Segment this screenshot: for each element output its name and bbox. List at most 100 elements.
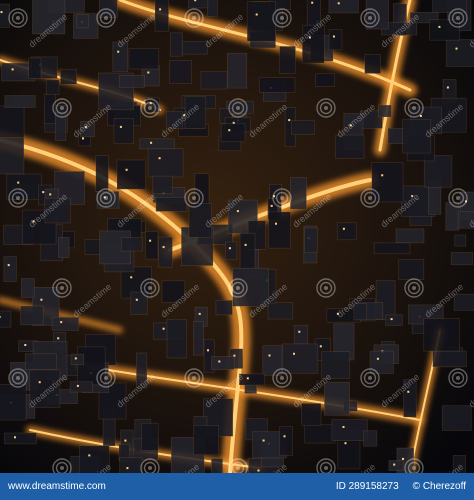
building-block <box>450 252 473 266</box>
building-block <box>188 0 209 9</box>
building-block <box>453 293 474 311</box>
building-block <box>128 48 160 70</box>
building-block <box>432 350 467 368</box>
lit-window <box>162 246 165 249</box>
lit-window <box>147 71 150 74</box>
building-block <box>207 0 218 17</box>
lit-window <box>319 345 322 348</box>
lit-window <box>293 352 295 355</box>
building-block <box>154 0 169 32</box>
lit-window <box>455 47 458 50</box>
lit-window <box>275 222 277 225</box>
lit-window <box>381 174 384 177</box>
lit-window <box>57 337 60 340</box>
building-block <box>371 162 404 203</box>
building-block <box>378 104 392 118</box>
building-block <box>279 426 294 456</box>
building-block <box>268 211 291 249</box>
building-block <box>0 3 10 28</box>
lit-window <box>262 439 265 442</box>
building-block <box>331 419 368 442</box>
building-block <box>121 237 143 252</box>
building-block <box>116 159 146 190</box>
building-block <box>113 118 135 144</box>
building-block <box>169 59 192 84</box>
site-link[interactable]: www.dreamstime.com <box>8 481 106 492</box>
city-night-photo: dreamstime dreamstime dreamstime dreamstime… <box>0 0 474 473</box>
building-block <box>4 432 37 445</box>
building-block <box>28 57 42 79</box>
building-block <box>328 29 343 51</box>
building-block <box>293 324 309 345</box>
lit-window <box>17 181 20 184</box>
lit-window <box>76 384 79 387</box>
building-block <box>304 227 318 254</box>
lit-window <box>194 0 197 2</box>
lit-window <box>60 321 63 324</box>
building-block <box>365 0 389 30</box>
lit-window <box>158 157 161 160</box>
lit-window <box>337 2 340 5</box>
building-block <box>44 93 56 124</box>
lit-window <box>7 264 10 267</box>
building-block <box>246 1 276 42</box>
lit-window <box>393 463 396 466</box>
lit-window <box>390 318 393 321</box>
lit-window <box>402 457 404 460</box>
building-block <box>119 457 143 473</box>
building-block <box>3 256 17 282</box>
lit-window <box>135 298 138 301</box>
lit-window <box>125 168 128 171</box>
building-block <box>364 54 382 74</box>
building-block <box>328 0 359 14</box>
building-block <box>304 424 336 444</box>
lit-window <box>124 439 127 442</box>
lit-window <box>42 191 45 194</box>
building-block <box>301 403 322 426</box>
building-block <box>441 405 472 431</box>
building-block <box>155 197 188 212</box>
lit-window <box>344 442 347 445</box>
building-block <box>423 318 460 352</box>
building-block <box>291 120 315 136</box>
building-block <box>24 353 57 370</box>
lit-window <box>311 1 314 4</box>
lit-window <box>24 344 27 346</box>
lit-window <box>117 50 120 53</box>
lit-window <box>40 298 43 301</box>
lit-window <box>207 349 209 352</box>
building-block <box>145 231 159 260</box>
lit-window <box>342 426 345 428</box>
lit-window <box>236 210 239 213</box>
building-block <box>193 321 205 356</box>
building-block <box>373 242 411 255</box>
lit-window <box>14 436 16 439</box>
building-block <box>4 95 36 108</box>
lit-window <box>0 11 3 14</box>
lit-window <box>228 247 231 250</box>
building-block <box>51 316 80 331</box>
lit-window <box>283 435 286 438</box>
lit-window <box>376 357 379 360</box>
author-credit: © Cherezoff <box>412 481 466 492</box>
building-block <box>398 259 425 280</box>
lit-window <box>88 454 91 457</box>
building-block <box>70 353 84 366</box>
building-block <box>211 458 223 473</box>
lit-window <box>288 119 291 122</box>
building-block <box>323 381 350 416</box>
lit-window <box>298 330 301 333</box>
building-block <box>0 136 25 175</box>
lit-window <box>342 227 345 230</box>
building-block <box>0 105 25 138</box>
building-block <box>69 381 93 393</box>
lit-window <box>159 8 162 11</box>
building-block <box>432 0 468 13</box>
building-block <box>281 343 319 374</box>
building-block <box>0 384 27 421</box>
lit-window <box>438 25 441 28</box>
building-block <box>227 52 248 89</box>
building-block <box>95 155 109 193</box>
building-block <box>315 73 335 87</box>
building-block <box>211 356 235 370</box>
